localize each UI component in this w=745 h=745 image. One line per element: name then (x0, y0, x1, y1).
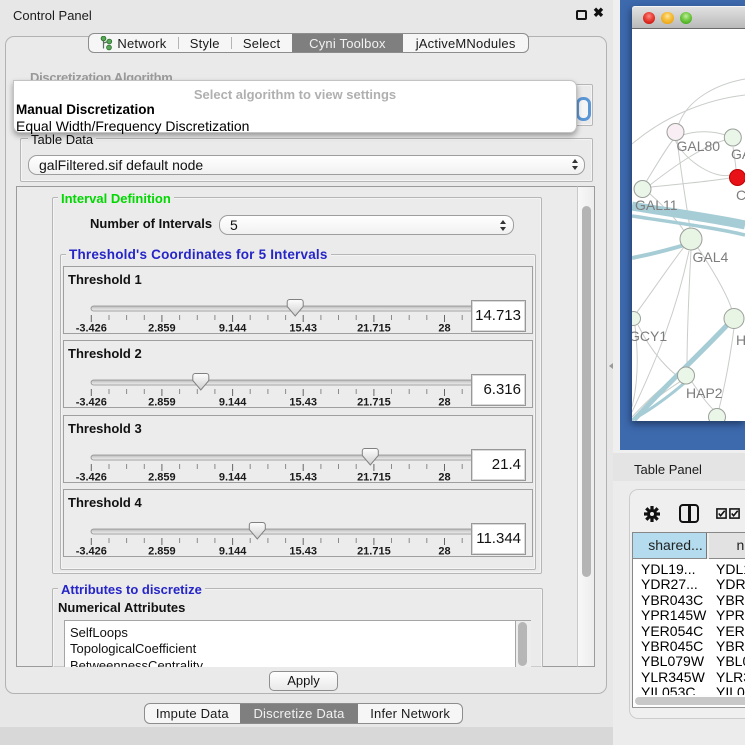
svg-text:15.43: 15.43 (289, 546, 317, 558)
svg-text:2.859: 2.859 (148, 323, 176, 335)
svg-text:-3.426: -3.426 (76, 546, 107, 558)
svg-text:28: 28 (438, 397, 450, 409)
svg-text:GA: GA (731, 146, 745, 162)
svg-text:21.715: 21.715 (357, 323, 391, 335)
svg-text:21.715: 21.715 (357, 397, 391, 409)
svg-text:HAP2: HAP2 (686, 385, 723, 401)
svg-text:28: 28 (438, 472, 450, 484)
svg-text:2.859: 2.859 (148, 546, 176, 558)
svg-text:15.43: 15.43 (289, 472, 317, 484)
svg-text:GAL4: GAL4 (693, 249, 729, 265)
svg-text:9.144: 9.144 (219, 472, 247, 484)
svg-text:-3.426: -3.426 (76, 472, 107, 484)
svg-text:28: 28 (438, 323, 450, 335)
svg-text:21.715: 21.715 (357, 472, 391, 484)
svg-text:9.144: 9.144 (219, 397, 247, 409)
svg-text:GAL80: GAL80 (677, 138, 721, 154)
svg-text:GCY1: GCY1 (632, 328, 667, 344)
svg-text:9.144: 9.144 (219, 546, 247, 558)
svg-text:2.859: 2.859 (148, 472, 176, 484)
svg-text:-3.426: -3.426 (76, 397, 107, 409)
svg-text:21.715: 21.715 (357, 546, 391, 558)
svg-text:15.43: 15.43 (289, 397, 317, 409)
svg-text:H: H (736, 332, 745, 348)
svg-text:9.144: 9.144 (219, 323, 247, 335)
svg-text:28: 28 (438, 546, 450, 558)
svg-text:15.43: 15.43 (289, 323, 317, 335)
svg-text:GAL11: GAL11 (635, 197, 678, 213)
svg-text:C: C (736, 187, 745, 203)
svg-text:2.859: 2.859 (148, 397, 176, 409)
svg-text:-3.426: -3.426 (76, 323, 107, 335)
